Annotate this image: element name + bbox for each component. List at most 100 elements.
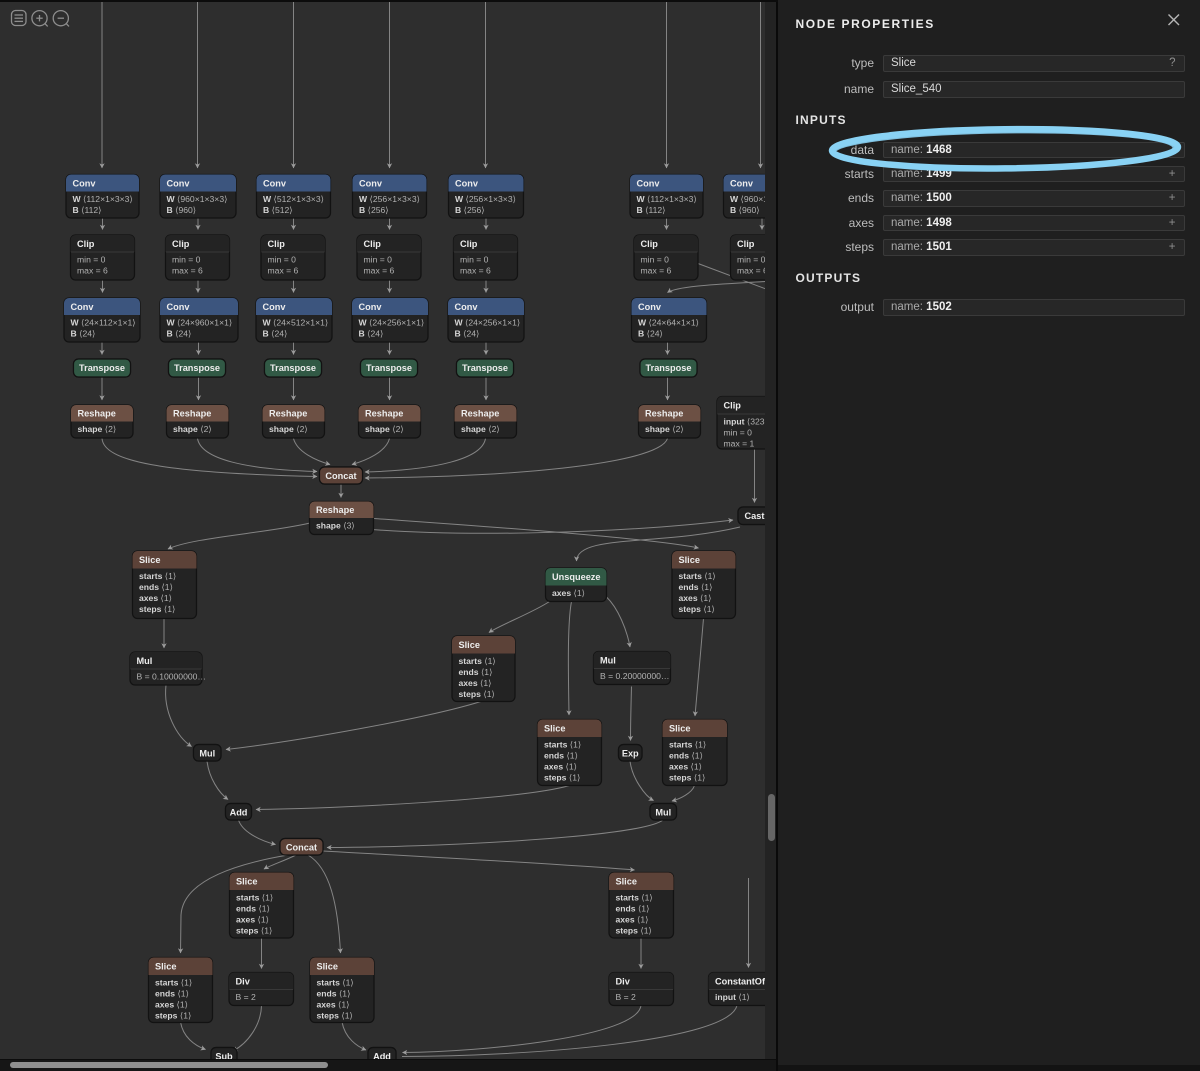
svg-text:B ⟨112⟩: B ⟨112⟩ bbox=[73, 205, 102, 215]
svg-text:Conv: Conv bbox=[730, 178, 754, 188]
svg-text:B = 2: B = 2 bbox=[236, 992, 257, 1002]
svg-text:Conv: Conv bbox=[455, 178, 479, 188]
svg-text:B ⟨24⟩: B ⟨24⟩ bbox=[71, 328, 96, 338]
svg-text:Clip: Clip bbox=[724, 401, 742, 411]
svg-text:Clip: Clip bbox=[364, 239, 382, 249]
svg-text:Clip: Clip bbox=[460, 239, 478, 249]
svg-text:steps ⟨1⟩: steps ⟨1⟩ bbox=[155, 1011, 191, 1021]
svg-text:B ⟨24⟩: B ⟨24⟩ bbox=[263, 328, 288, 338]
svg-text:B ⟨512⟩: B ⟨512⟩ bbox=[263, 205, 293, 215]
svg-text:Slice: Slice bbox=[155, 962, 176, 972]
svg-text:steps ⟨1⟩: steps ⟨1⟩ bbox=[616, 926, 652, 936]
svg-text:B ⟨24⟩: B ⟨24⟩ bbox=[359, 328, 384, 338]
svg-text:Reshape: Reshape bbox=[269, 409, 307, 419]
svg-text:Clip: Clip bbox=[737, 239, 755, 249]
svg-text:Reshape: Reshape bbox=[78, 409, 116, 419]
svg-text:B = 0.10000000…: B = 0.10000000… bbox=[137, 671, 207, 681]
svg-text:starts ⟨1⟩: starts ⟨1⟩ bbox=[139, 571, 176, 581]
svg-text:Div: Div bbox=[236, 976, 251, 986]
svg-text:starts ⟨1⟩: starts ⟨1⟩ bbox=[317, 977, 354, 987]
svg-text:W ⟨256×1×3×3⟩: W ⟨256×1×3×3⟩ bbox=[359, 194, 420, 204]
svg-text:max = 1: max = 1 bbox=[724, 439, 755, 449]
svg-text:Conv: Conv bbox=[263, 302, 287, 312]
svg-text:Transpose: Transpose bbox=[270, 363, 316, 373]
svg-text:Transpose: Transpose bbox=[646, 363, 692, 373]
svg-text:min = 0: min = 0 bbox=[737, 254, 765, 264]
svg-text:Mul: Mul bbox=[199, 748, 215, 758]
svg-text:ends ⟨1⟩: ends ⟨1⟩ bbox=[544, 750, 578, 760]
svg-text:ends ⟨1⟩: ends ⟨1⟩ bbox=[317, 988, 351, 998]
svg-text:Reshape: Reshape bbox=[645, 409, 683, 419]
svg-text:W ⟨24×112×1×1⟩: W ⟨24×112×1×1⟩ bbox=[71, 317, 136, 327]
svg-text:W ⟨512×1×3×3⟩: W ⟨512×1×3×3⟩ bbox=[263, 194, 324, 204]
svg-text:B ⟨256⟩: B ⟨256⟩ bbox=[455, 205, 485, 215]
svg-text:Slice: Slice bbox=[139, 555, 160, 565]
svg-text:W ⟨24×256×1×1⟩: W ⟨24×256×1×1⟩ bbox=[455, 317, 521, 327]
svg-text:starts ⟨1⟩: starts ⟨1⟩ bbox=[679, 571, 716, 581]
svg-text:Transpose: Transpose bbox=[462, 363, 508, 373]
svg-text:Cast: Cast bbox=[745, 511, 765, 521]
svg-text:Conv: Conv bbox=[167, 302, 191, 312]
svg-text:min = 0: min = 0 bbox=[641, 254, 670, 264]
svg-text:Exp: Exp bbox=[622, 748, 639, 758]
svg-text:Clip: Clip bbox=[77, 239, 95, 249]
svg-text:ends ⟨1⟩: ends ⟨1⟩ bbox=[155, 988, 189, 998]
svg-text:Mul: Mul bbox=[655, 807, 671, 817]
svg-text:shape ⟨2⟩: shape ⟨2⟩ bbox=[645, 424, 684, 434]
svg-text:Conv: Conv bbox=[455, 302, 479, 312]
svg-text:axes ⟨1⟩: axes ⟨1⟩ bbox=[552, 588, 585, 598]
svg-text:axes ⟨1⟩: axes ⟨1⟩ bbox=[236, 915, 269, 925]
svg-text:Conv: Conv bbox=[638, 302, 662, 312]
svg-text:shape ⟨2⟩: shape ⟨2⟩ bbox=[365, 424, 404, 434]
svg-text:B = 0.20000000…: B = 0.20000000… bbox=[600, 671, 670, 681]
svg-text:Conv: Conv bbox=[359, 178, 383, 188]
svg-text:B ⟨112⟩: B ⟨112⟩ bbox=[637, 205, 666, 215]
svg-text:steps ⟨1⟩: steps ⟨1⟩ bbox=[544, 773, 580, 783]
svg-text:Transpose: Transpose bbox=[366, 363, 412, 373]
svg-text:shape ⟨2⟩: shape ⟨2⟩ bbox=[269, 424, 308, 434]
svg-text:Clip: Clip bbox=[268, 239, 286, 249]
svg-text:steps ⟨1⟩: steps ⟨1⟩ bbox=[139, 604, 175, 614]
svg-text:starts ⟨1⟩: starts ⟨1⟩ bbox=[669, 739, 706, 749]
svg-text:B ⟨960⟩: B ⟨960⟩ bbox=[730, 205, 760, 215]
svg-text:ends ⟨1⟩: ends ⟨1⟩ bbox=[669, 750, 703, 760]
svg-text:Div: Div bbox=[616, 976, 631, 986]
svg-text:starts ⟨1⟩: starts ⟨1⟩ bbox=[459, 656, 496, 666]
svg-text:Mul: Mul bbox=[600, 655, 616, 665]
svg-text:axes ⟨1⟩: axes ⟨1⟩ bbox=[544, 762, 577, 772]
svg-text:shape ⟨2⟩: shape ⟨2⟩ bbox=[461, 424, 500, 434]
svg-text:Reshape: Reshape bbox=[316, 505, 354, 515]
svg-text:W ⟨24×256×1×1⟩: W ⟨24×256×1×1⟩ bbox=[359, 317, 425, 327]
svg-text:ConstantOfShape: ConstantOfShape bbox=[715, 976, 765, 986]
svg-text:Transpose: Transpose bbox=[174, 363, 220, 373]
svg-text:Conv: Conv bbox=[167, 178, 191, 188]
svg-text:ends ⟨1⟩: ends ⟨1⟩ bbox=[679, 582, 713, 592]
svg-text:B ⟨960⟩: B ⟨960⟩ bbox=[167, 205, 197, 215]
svg-text:input ⟨1⟩: input ⟨1⟩ bbox=[715, 992, 750, 1002]
svg-text:Slice: Slice bbox=[616, 877, 637, 887]
svg-text:Concat: Concat bbox=[286, 842, 317, 852]
svg-text:Slice: Slice bbox=[679, 555, 700, 565]
svg-text:axes ⟨1⟩: axes ⟨1⟩ bbox=[616, 915, 649, 925]
svg-text:min = 0: min = 0 bbox=[364, 254, 393, 264]
svg-text:min = 0: min = 0 bbox=[77, 254, 106, 264]
svg-text:ends ⟨1⟩: ends ⟨1⟩ bbox=[459, 667, 493, 677]
svg-text:steps ⟨1⟩: steps ⟨1⟩ bbox=[669, 773, 705, 783]
svg-text:Unsqueeze: Unsqueeze bbox=[552, 572, 601, 582]
svg-text:W ⟨112×1×3×3⟩: W ⟨112×1×3×3⟩ bbox=[637, 194, 697, 204]
svg-text:B = 2: B = 2 bbox=[616, 992, 637, 1002]
svg-text:Slice: Slice bbox=[317, 962, 338, 972]
svg-text:axes ⟨1⟩: axes ⟨1⟩ bbox=[155, 1000, 188, 1010]
svg-text:Slice: Slice bbox=[236, 877, 257, 887]
svg-text:Slice: Slice bbox=[459, 640, 480, 650]
svg-text:axes ⟨1⟩: axes ⟨1⟩ bbox=[139, 593, 172, 603]
svg-text:Conv: Conv bbox=[263, 178, 287, 188]
svg-text:W ⟨112×1×3×3⟩: W ⟨112×1×3×3⟩ bbox=[73, 194, 133, 204]
svg-text:max = 6: max = 6 bbox=[737, 265, 765, 275]
svg-text:axes ⟨1⟩: axes ⟨1⟩ bbox=[669, 762, 702, 772]
svg-text:shape ⟨3⟩: shape ⟨3⟩ bbox=[316, 520, 355, 530]
svg-text:shape ⟨2⟩: shape ⟨2⟩ bbox=[78, 424, 117, 434]
svg-text:ends ⟨1⟩: ends ⟨1⟩ bbox=[139, 582, 173, 592]
svg-text:Slice: Slice bbox=[669, 724, 690, 734]
svg-text:Clip: Clip bbox=[172, 239, 190, 249]
